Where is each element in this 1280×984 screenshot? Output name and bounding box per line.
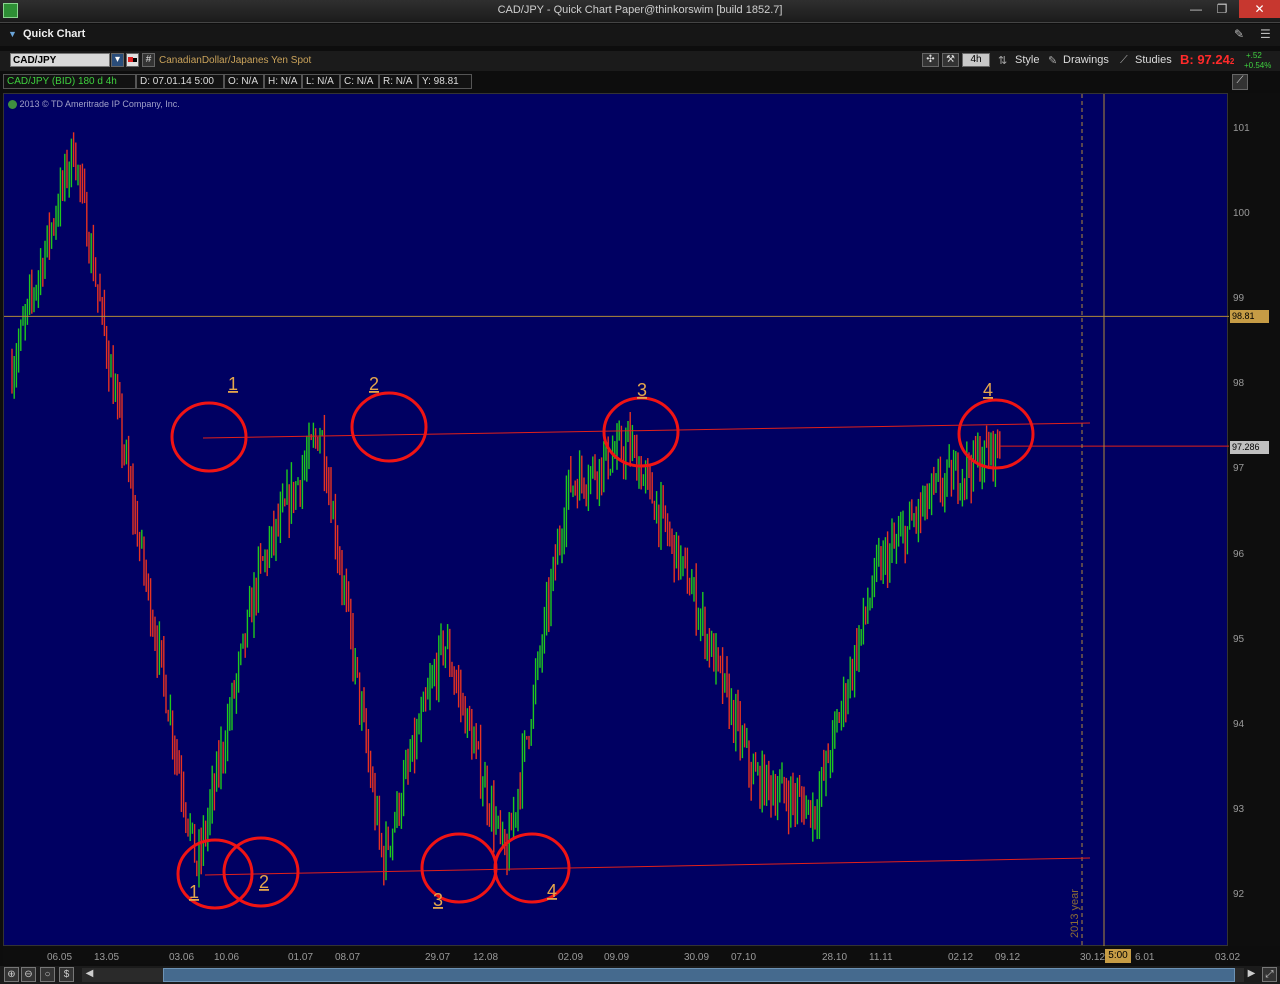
price-tick-label: 94 [1233,718,1245,730]
zoom-reset-icon[interactable]: ○ [40,967,55,982]
year-marker-label: 2013 year [1069,889,1081,938]
time-tick-label: 30.09 [684,952,710,963]
time-tick-label: 03.02 [1215,952,1241,963]
bid-price-badge: 97.286 [1230,441,1269,454]
cursor-time-badge: 5:00 [1105,949,1131,963]
bottom-trough-label: 4 [547,881,557,901]
zoom-out-icon[interactable]: ⊖ [21,967,36,982]
price-tick-label: 97 [1233,463,1245,475]
time-tick-label: 01.07 [288,952,314,963]
support-trendline [204,857,1091,876]
time-tick-label: 06.05 [47,952,73,963]
time-tick-label: 12.08 [473,952,499,963]
dollar-icon[interactable]: $ [59,967,74,982]
time-tick-label: 28.10 [822,952,848,963]
expand-icon[interactable]: ⤢ [1262,967,1277,982]
scroll-right-icon[interactable]: ▶ [1244,967,1259,982]
time-tick-label: 02.12 [948,952,974,963]
price-tick-label: 101 [1233,123,1250,134]
price-tick-label: 95 [1233,633,1245,645]
time-tick-label: 09.12 [995,952,1021,963]
bottom-trough-label: 1 [189,882,199,902]
time-tick-label: 03.06 [169,952,195,963]
time-tick-label: 09.09 [604,952,630,963]
price-tick-label: 100 [1233,208,1250,220]
time-tick-label: 13.05 [94,952,120,963]
price-tick-label: 96 [1233,548,1245,560]
price-tick-label: 99 [1233,293,1245,305]
scroll-left-icon[interactable]: ◀ [82,967,97,982]
time-tick-label: 11.11 [869,952,893,963]
top-peak-circle [602,396,680,468]
price-chart[interactable]: 2013 year 1 2 3 4 1 2 3 4 [0,0,1280,984]
bottom-trough-label: 2 [259,872,269,892]
time-tick-label: 02.09 [558,952,584,963]
price-tick-label: 93 [1233,803,1245,815]
scroll-thumb[interactable] [163,968,1235,982]
time-tick-label: 30.12 [1080,952,1106,963]
bottom-trough-label: 3 [433,890,443,910]
time-tick-label: 08.07 [335,952,361,963]
time-tick-label: 6.01 [1135,952,1155,963]
price-axis[interactable] [1229,93,1280,946]
resistance-trendline [202,422,1091,439]
top-peak-label: 3 [637,380,647,400]
zoom-in-icon[interactable]: ⊕ [4,967,19,982]
cursor-price-badge: 98.81 [1230,310,1269,323]
time-tick-label: 07.10 [731,952,757,963]
time-tick-label: 29.07 [425,952,451,963]
price-tick-label: 98 [1233,378,1245,390]
top-peak-label: 1 [228,374,238,394]
top-peak-label: 4 [983,380,993,400]
time-tick-label: 10.06 [214,952,240,963]
price-tick-label: 92 [1233,889,1245,900]
top-peak-label: 2 [369,374,379,394]
top-peak-circle [350,391,428,463]
